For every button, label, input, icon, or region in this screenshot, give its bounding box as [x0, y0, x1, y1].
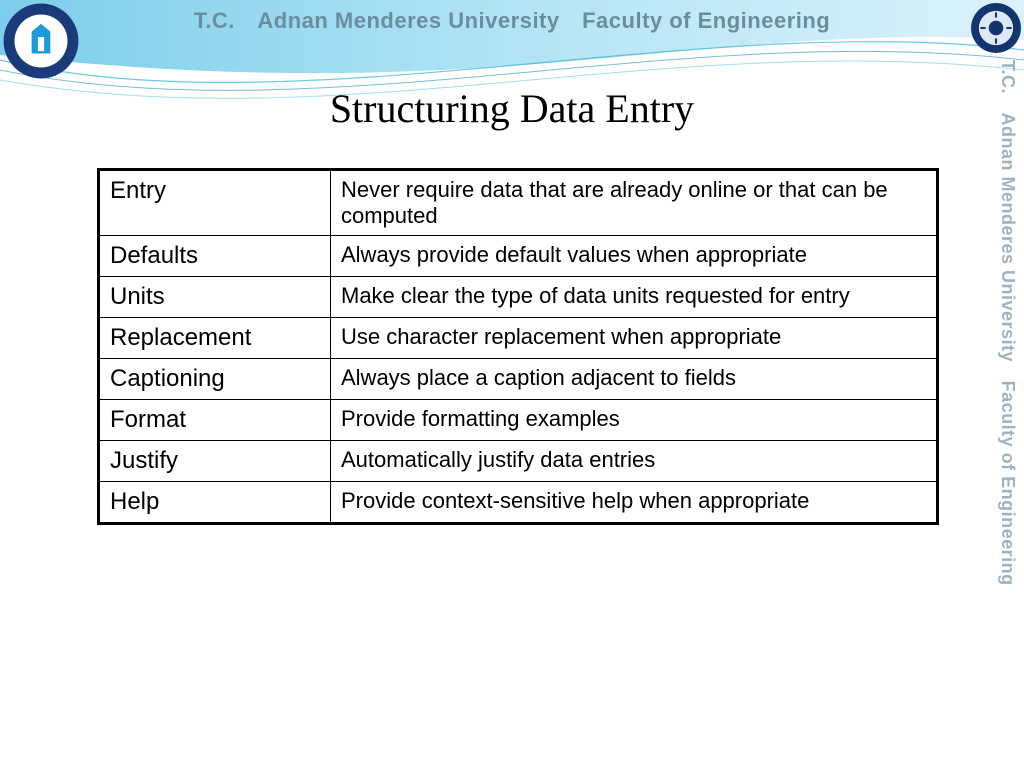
- data-entry-guidelines-table: Entry Never require data that are alread…: [97, 168, 939, 525]
- row-value: Make clear the type of data units reques…: [331, 277, 938, 318]
- table-row: Justify Automatically justify data entri…: [99, 441, 938, 482]
- table-row: Captioning Always place a caption adjace…: [99, 359, 938, 400]
- row-key: Format: [99, 400, 331, 441]
- slide-title: Structuring Data Entry: [0, 85, 1024, 132]
- row-value: Always provide default values when appro…: [331, 236, 938, 277]
- row-key: Entry: [99, 170, 331, 236]
- header-banner-text: T.C. Adnan Menderes University Faculty o…: [0, 8, 1024, 34]
- row-value: Always place a caption adjacent to field…: [331, 359, 938, 400]
- table-row: Replacement Use character replacement wh…: [99, 318, 938, 359]
- row-key: Units: [99, 277, 331, 318]
- row-key: Defaults: [99, 236, 331, 277]
- faculty-logo-icon: [970, 2, 1022, 54]
- table-row: Help Provide context-sensitive help when…: [99, 482, 938, 524]
- row-value: Provide context-sensitive help when appr…: [331, 482, 938, 524]
- table-row: Entry Never require data that are alread…: [99, 170, 938, 236]
- table-row: Defaults Always provide default values w…: [99, 236, 938, 277]
- side-banner-text: T.C. Adnan Menderes University Faculty o…: [988, 60, 1018, 700]
- table-row: Units Make clear the type of data units …: [99, 277, 938, 318]
- university-logo-icon: [2, 2, 80, 80]
- row-key: Justify: [99, 441, 331, 482]
- row-key: Replacement: [99, 318, 331, 359]
- row-value: Automatically justify data entries: [331, 441, 938, 482]
- row-key: Captioning: [99, 359, 331, 400]
- row-value: Never require data that are already onli…: [331, 170, 938, 236]
- row-key: Help: [99, 482, 331, 524]
- table-row: Format Provide formatting examples: [99, 400, 938, 441]
- row-value: Provide formatting examples: [331, 400, 938, 441]
- row-value: Use character replacement when appropria…: [331, 318, 938, 359]
